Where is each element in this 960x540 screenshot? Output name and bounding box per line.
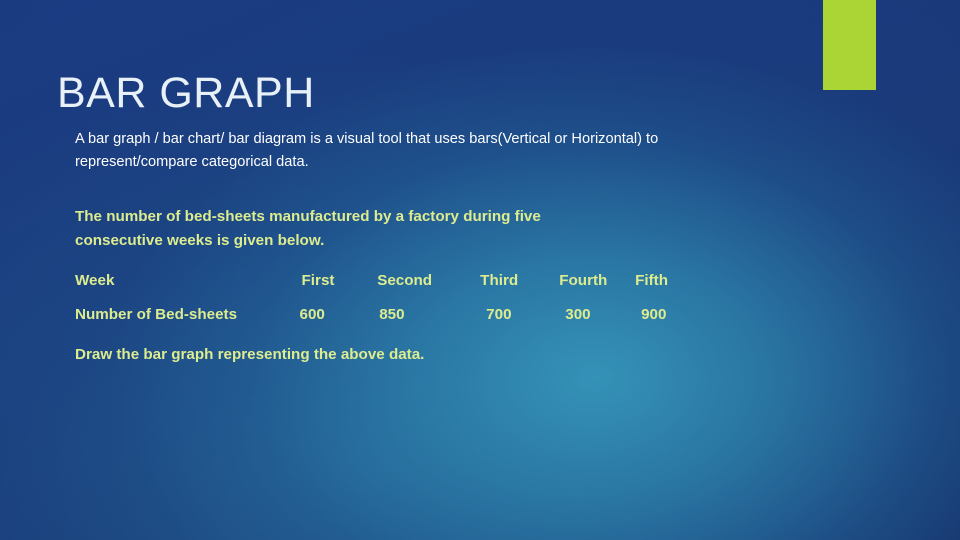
table-value-first: 600	[299, 305, 325, 323]
problem-statement: The number of bed-sheets manufactured by…	[75, 205, 763, 252]
table-value-fifth: 900	[641, 305, 667, 323]
table-row-values: Number of Bed-sheets 600 850 700 300 900	[75, 297, 695, 331]
table-header-second: Second	[377, 271, 433, 289]
table-row-header: Week First Second Third Fourth Fifth	[75, 263, 695, 297]
table-value-third: 700	[486, 305, 512, 323]
table-header-third: Third	[480, 271, 519, 289]
table-value-fourth: 300	[565, 305, 591, 323]
table-value-second: 850	[379, 305, 405, 323]
slide-canvas: BAR GRAPH A bar graph / bar chart/ bar d…	[0, 0, 960, 540]
table-header-fifth: Fifth	[635, 271, 668, 289]
table-header-week: Week	[75, 271, 115, 289]
problem-line-2: consecutive weeks is given below.	[75, 231, 325, 249]
instruction-text: Draw the bar graph representing the abov…	[75, 346, 425, 364]
table-header-fourth: Fourth	[559, 271, 608, 289]
definition-paragraph: A bar graph / bar chart/ bar diagram is …	[75, 130, 659, 171]
green-accent-block	[823, 0, 876, 90]
table-header-first: First	[301, 271, 335, 289]
bed-sheets-data-table: Week First Second Third Fourth Fifth Num…	[75, 263, 695, 331]
page-title: BAR GRAPH	[57, 68, 315, 117]
table-row-label-bedsheets: Number of Bed-sheets	[75, 305, 238, 323]
problem-line-1: The number of bed-sheets manufactured by…	[75, 208, 541, 225]
